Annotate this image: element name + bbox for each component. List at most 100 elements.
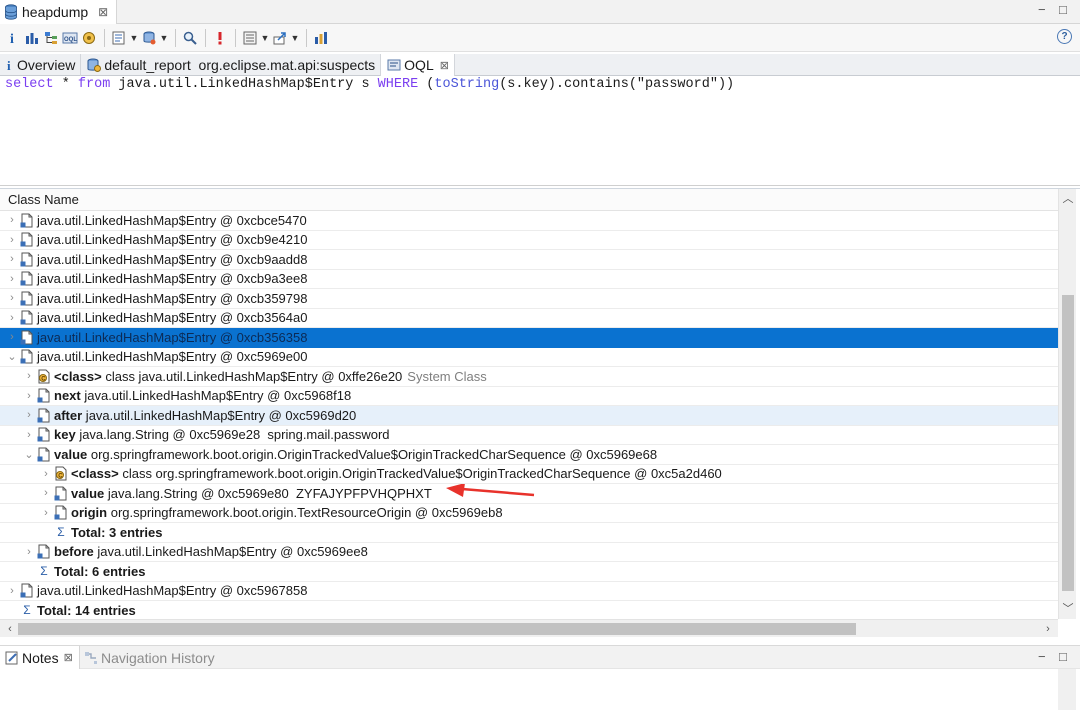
minimize-icon[interactable]: −	[1038, 2, 1046, 17]
table-row-selected[interactable]: › java.util.LinkedHashMap$Entry @ 0xcb35…	[0, 328, 1058, 348]
oql-query-editor[interactable]: select * from java.util.LinkedHashMap$En…	[0, 76, 1080, 186]
field-name: value	[54, 446, 88, 462]
row-label: class org.springframework.boot.origin.Or…	[118, 466, 722, 482]
tab-notes[interactable]: Notes ⊠	[0, 646, 80, 669]
query-browser-icon[interactable]	[140, 29, 158, 47]
tab-oql[interactable]: OQL ⊠	[381, 54, 455, 76]
close-icon[interactable]: ⊠	[64, 651, 73, 664]
tab-overview[interactable]: i Overview	[0, 54, 82, 76]
chevron-right-icon[interactable]: ›	[40, 507, 52, 519]
chevron-right-icon[interactable]: ›	[6, 214, 18, 226]
query-keyword-where: WHERE	[377, 77, 419, 92]
chevron-right-icon[interactable]: ›	[23, 409, 35, 421]
calculate-icon[interactable]	[312, 29, 330, 47]
chevron-right-icon[interactable]: ›	[6, 331, 18, 343]
run-report-icon[interactable]	[110, 29, 128, 47]
chevron-down-icon[interactable]: ▼	[129, 29, 139, 47]
table-row[interactable]: › java.util.LinkedHashMap$Entry @ 0xc596…	[0, 582, 1058, 601]
table-row[interactable]: › java.util.LinkedHashMap$Entry @ 0xcb9a…	[0, 250, 1058, 270]
table-row[interactable]: › java.util.LinkedHashMap$Entry @ 0xcb35…	[0, 309, 1058, 328]
vertical-scrollbar[interactable]: ︿ ﹀	[1058, 189, 1076, 619]
chevron-right-icon[interactable]: ›	[6, 292, 18, 304]
tab-default-report[interactable]: default_report org.eclipse.mat.api:suspe…	[81, 54, 382, 76]
table-row[interactable]: › java.util.LinkedHashMap$Entry @ 0xcb9a…	[0, 270, 1058, 289]
chevron-right-icon[interactable]: ›	[6, 273, 18, 285]
chevron-right-icon[interactable]: ›	[1040, 620, 1056, 638]
field-name: after	[54, 407, 83, 423]
minimize-icon[interactable]: −	[1038, 649, 1046, 664]
notes-icon	[5, 651, 18, 664]
row-label: java.util.LinkedHashMap$Entry @ 0xcbce54…	[37, 212, 307, 228]
notes-scrollbar[interactable]	[1058, 669, 1076, 710]
chevron-right-icon[interactable]: ›	[6, 234, 18, 246]
histogram-icon[interactable]	[23, 29, 41, 47]
vertical-scrollbar-thumb[interactable]	[1062, 295, 1074, 591]
editor-tab-bar: heapdump ⊠ − □	[0, 0, 1080, 24]
chevron-right-icon[interactable]: ›	[6, 585, 18, 597]
chevron-right-icon[interactable]: ›	[23, 370, 35, 382]
field-name: key	[54, 427, 76, 443]
query-text: (s.key).contains("password"))	[499, 77, 735, 92]
table-row[interactable]: › next java.util.LinkedHashMap$Entry @ 0…	[0, 387, 1058, 406]
chevron-up-icon[interactable]: ︿	[1059, 191, 1077, 207]
oql-icon[interactable]: OQL	[61, 29, 79, 47]
close-icon[interactable]: ⊠	[440, 59, 449, 72]
close-icon[interactable]: ⊠	[98, 5, 108, 19]
chevron-down-icon[interactable]: ▼	[290, 29, 300, 47]
table-row-total: Σ Total: 3 entries	[0, 523, 1058, 543]
table-row[interactable]: › C <class> class java.util.LinkedHashMa…	[0, 367, 1058, 387]
chevron-left-icon[interactable]: ‹	[2, 620, 18, 638]
table-row[interactable]: ⌄ java.util.LinkedHashMap$Entry @ 0xc596…	[0, 348, 1058, 367]
row-label: java.util.LinkedHashMap$Entry @ 0xc5968f…	[80, 388, 352, 404]
export-icon[interactable]	[271, 29, 289, 47]
sigma-icon: Σ	[57, 525, 65, 540]
chevron-right-icon[interactable]: ›	[40, 468, 52, 480]
table-row[interactable]: › java.util.LinkedHashMap$Entry @ 0xcb35…	[0, 289, 1058, 309]
notes-text-area[interactable]	[0, 669, 1080, 710]
table-row[interactable]: ⌄ value org.springframework.boot.origin.…	[0, 445, 1058, 465]
thread-icon[interactable]	[80, 29, 98, 47]
chevron-down-icon[interactable]: ▼	[260, 29, 270, 47]
table-row[interactable]: › before java.util.LinkedHashMap$Entry @…	[0, 543, 1058, 562]
info-icon[interactable]: i	[4, 29, 22, 47]
table-row[interactable]: › java.util.LinkedHashMap$Entry @ 0xcb9e…	[0, 231, 1058, 250]
chevron-down-icon[interactable]: ⌄	[6, 350, 18, 363]
chevron-right-icon[interactable]: ›	[23, 546, 35, 558]
table-row[interactable]: › java.util.LinkedHashMap$Entry @ 0xcbce…	[0, 211, 1058, 231]
query-keyword-select: select	[5, 77, 54, 92]
svg-text:i: i	[7, 58, 11, 72]
editor-tab-heapdump[interactable]: heapdump ⊠	[0, 0, 118, 24]
dominator-tree-icon[interactable]	[42, 29, 60, 47]
column-header-class-name[interactable]: Class Name	[0, 189, 1058, 211]
group-icon[interactable]	[241, 29, 259, 47]
leak-suspect-icon[interactable]	[211, 29, 229, 47]
horizontal-scrollbar[interactable]: ‹ ›	[0, 619, 1058, 637]
editor-tab-title: heapdump	[22, 4, 89, 20]
row-label: java.util.LinkedHashMap$Entry @ 0xc5969d…	[82, 407, 357, 423]
table-row[interactable]: › C <class> class org.springframework.bo…	[0, 465, 1058, 484]
chevron-right-icon[interactable]: ›	[40, 487, 52, 499]
chevron-right-icon[interactable]: ›	[23, 429, 35, 441]
sigma-icon: Σ	[40, 564, 48, 579]
query-keyword-from: from	[77, 77, 111, 92]
row-label: java.util.LinkedHashMap$Entry @ 0xc5969e…	[37, 349, 308, 365]
chevron-right-icon[interactable]: ›	[6, 253, 18, 265]
maximize-icon[interactable]: □	[1059, 649, 1067, 664]
chevron-down-icon[interactable]: ⌄	[23, 448, 35, 461]
navigation-history-label: Navigation History	[101, 649, 215, 666]
chevron-right-icon[interactable]: ›	[23, 390, 35, 402]
chevron-down-icon[interactable]: ﹀	[1059, 601, 1077, 617]
chevron-down-icon[interactable]: ▼	[159, 29, 169, 47]
table-row[interactable]: › after java.util.LinkedHashMap$Entry @ …	[0, 406, 1058, 426]
total-label: Total: 14 entries	[37, 602, 136, 618]
search-icon[interactable]	[181, 29, 199, 47]
maximize-icon[interactable]: □	[1059, 2, 1067, 17]
row-label: java.util.LinkedHashMap$Entry @ 0xcb3597…	[37, 290, 308, 306]
help-icon[interactable]: ?	[1057, 29, 1072, 44]
chevron-right-icon[interactable]: ›	[6, 312, 18, 324]
tab-navigation-history[interactable]: Navigation History	[84, 646, 215, 669]
table-row[interactable]: › key java.lang.String @ 0xc5969e28 spri…	[0, 426, 1058, 445]
table-row[interactable]: › origin org.springframework.boot.origin…	[0, 504, 1058, 523]
field-name: <class>	[71, 466, 119, 482]
horizontal-scrollbar-thumb[interactable]	[18, 623, 856, 635]
